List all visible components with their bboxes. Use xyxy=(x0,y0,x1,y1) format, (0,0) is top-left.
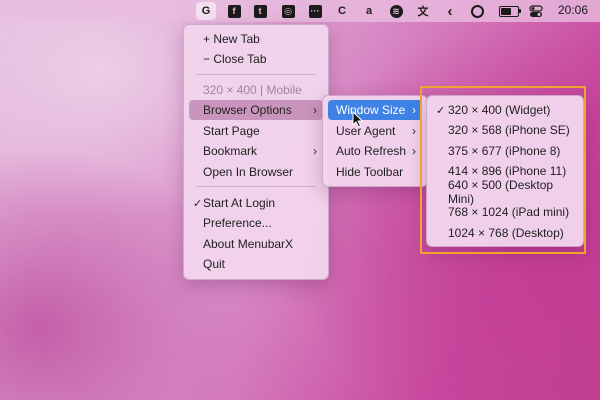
menu-bar-clock[interactable]: 20:06 xyxy=(558,3,588,17)
twitter-icon[interactable]: t xyxy=(250,2,270,20)
bookmark-label: Bookmark xyxy=(203,144,258,158)
start-page-item[interactable]: Start Page xyxy=(189,121,323,141)
menu-separator xyxy=(196,186,316,187)
app-icon[interactable]: ··· xyxy=(305,2,325,20)
browser-options-item[interactable]: Browser Options › xyxy=(189,100,323,120)
google-glyph: G xyxy=(201,5,211,17)
control-center-glyph xyxy=(529,4,543,17)
main-menu: + New Tab − Close Tab 320 × 400 | Mobile… xyxy=(183,24,329,280)
c-icon[interactable]: C xyxy=(332,2,352,20)
window-size-item[interactable]: Window Size › xyxy=(328,100,422,120)
new-tab-item[interactable]: + New Tab xyxy=(189,29,323,49)
battery-icon[interactable] xyxy=(499,6,521,17)
user-agent-item[interactable]: User Agent › xyxy=(328,121,422,141)
chevron-right-icon: › xyxy=(412,124,416,138)
hide-toolbar-label: Hide Toolbar xyxy=(336,165,404,179)
translate-glyph: 文 xyxy=(417,6,429,18)
record-ring xyxy=(470,4,484,18)
highlight-box xyxy=(420,86,586,254)
preference-item[interactable]: Preference... xyxy=(189,213,323,233)
quit-item[interactable]: Quit xyxy=(189,254,323,274)
battery-fill xyxy=(501,8,511,15)
twitter-glyph: t xyxy=(253,4,267,18)
spotify-icon[interactable]: ≋ xyxy=(386,2,406,20)
control-center-icon[interactable] xyxy=(526,2,546,20)
checkmark-icon: ✓ xyxy=(193,197,203,210)
auto-refresh-item[interactable]: Auto Refresh › xyxy=(328,141,422,161)
chevron-right-icon: › xyxy=(412,103,416,117)
facebook-glyph: f xyxy=(227,4,241,18)
spotify-glyph: ≋ xyxy=(389,4,403,18)
auto-refresh-label: Auto Refresh xyxy=(336,144,407,158)
about-item[interactable]: About MenubarX xyxy=(189,234,323,254)
start-at-login-item[interactable]: ✓ Start At Login xyxy=(189,193,323,213)
back-glyph: ‹ xyxy=(447,2,453,20)
hide-toolbar-item[interactable]: Hide Toolbar xyxy=(328,162,422,182)
mouse-pointer-icon xyxy=(352,111,364,128)
chevron-right-icon: › xyxy=(412,144,416,158)
size-info-item: 320 × 400 | Mobile xyxy=(189,80,323,100)
close-tab-label: − Close Tab xyxy=(203,52,267,66)
back-icon[interactable]: ‹ xyxy=(440,2,460,20)
close-tab-item[interactable]: − Close Tab xyxy=(189,49,323,69)
battery-tip xyxy=(519,9,521,13)
instagram-icon[interactable]: ◎ xyxy=(278,2,298,20)
browser-options-submenu: Window Size › User Agent › Auto Refresh … xyxy=(322,95,428,187)
start-at-login-label: Start At Login xyxy=(203,196,276,210)
bookmark-item[interactable]: Bookmark › xyxy=(189,141,323,161)
google-icon[interactable]: G xyxy=(196,2,216,20)
browser-options-label: Browser Options xyxy=(203,103,292,117)
new-tab-label: + New Tab xyxy=(203,32,260,46)
instagram-glyph: ◎ xyxy=(281,4,295,18)
translate-icon[interactable]: 文 xyxy=(413,2,433,20)
amazon-icon[interactable]: a xyxy=(359,2,379,20)
facebook-icon[interactable]: f xyxy=(224,2,244,20)
about-label: About MenubarX xyxy=(203,237,294,251)
open-in-browser-item[interactable]: Open In Browser xyxy=(189,162,323,182)
record-icon[interactable] xyxy=(467,2,487,20)
start-page-label: Start Page xyxy=(203,124,260,138)
chevron-right-icon: › xyxy=(313,103,317,117)
app-glyph: ··· xyxy=(308,4,322,18)
window-size-label: Window Size xyxy=(336,103,406,117)
chevron-right-icon: › xyxy=(313,144,317,158)
open-in-browser-label: Open In Browser xyxy=(203,165,294,179)
menu-bar: G f t ◎ ··· C a ≋ 文 ‹ 20:06 xyxy=(0,0,600,22)
user-agent-label: User Agent xyxy=(336,124,396,138)
c-glyph: C xyxy=(338,5,346,17)
size-info-label: 320 × 400 | Mobile xyxy=(203,83,302,97)
amazon-glyph: a xyxy=(365,5,373,17)
menu-separator xyxy=(196,74,316,75)
quit-label: Quit xyxy=(203,257,226,271)
preference-label: Preference... xyxy=(203,216,272,230)
